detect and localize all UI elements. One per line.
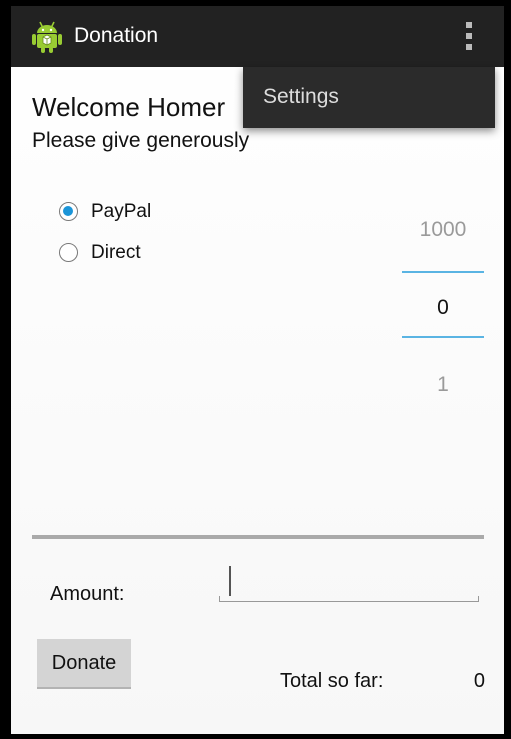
action-bar: Donation [11, 6, 504, 67]
total-value: 0 [473, 670, 485, 692]
welcome-text: Welcome Homer [32, 92, 226, 122]
radio-button-unchecked[interactable] [59, 243, 78, 262]
picker-divider-bottom [402, 336, 484, 338]
menu-item-settings[interactable]: Settings [263, 85, 339, 109]
android-icon[interactable] [31, 20, 63, 54]
radio-label-direct[interactable]: Direct [91, 242, 141, 264]
radio-label-paypal[interactable]: PayPal [91, 201, 151, 223]
picker-value-current[interactable]: 0 [402, 296, 484, 320]
amount-label: Amount: [50, 583, 125, 605]
radio-button-checked[interactable] [59, 202, 78, 221]
donate-button[interactable]: Donate [37, 639, 131, 689]
overflow-menu-icon[interactable] [455, 18, 483, 54]
amount-input[interactable] [219, 564, 479, 604]
text-cursor [229, 566, 231, 596]
donation-progress-bar [32, 535, 484, 539]
picker-divider-top [402, 271, 484, 273]
app-title: Donation [74, 24, 159, 47]
overflow-menu: Settings [243, 67, 495, 128]
app-screen: Donation Settings Welcome Homer Please g… [11, 6, 504, 734]
picker-value-above[interactable]: 1000 [402, 218, 484, 242]
picker-value-below[interactable]: 1 [402, 373, 484, 397]
total-label: Total so far: [280, 670, 384, 692]
subtitle-text: Please give generously [32, 129, 250, 152]
